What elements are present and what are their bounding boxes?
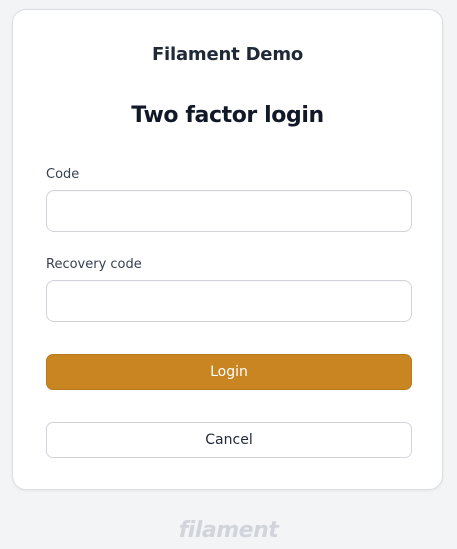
page-title: Two factor login bbox=[131, 103, 324, 128]
login-card: Filament Demo Two factor login Code Reco… bbox=[12, 9, 443, 490]
login-button[interactable]: Login bbox=[46, 354, 412, 390]
cancel-button[interactable]: Cancel bbox=[46, 422, 412, 458]
recovery-code-input[interactable] bbox=[46, 280, 412, 322]
filament-logo: filament bbox=[178, 518, 279, 543]
code-label: Code bbox=[46, 167, 80, 182]
brand-name: Filament Demo bbox=[151, 44, 304, 65]
code-input[interactable] bbox=[46, 190, 412, 232]
recovery-code-label: Recovery code bbox=[46, 257, 142, 272]
page: Filament Demo Two factor login Code Reco… bbox=[0, 0, 457, 549]
